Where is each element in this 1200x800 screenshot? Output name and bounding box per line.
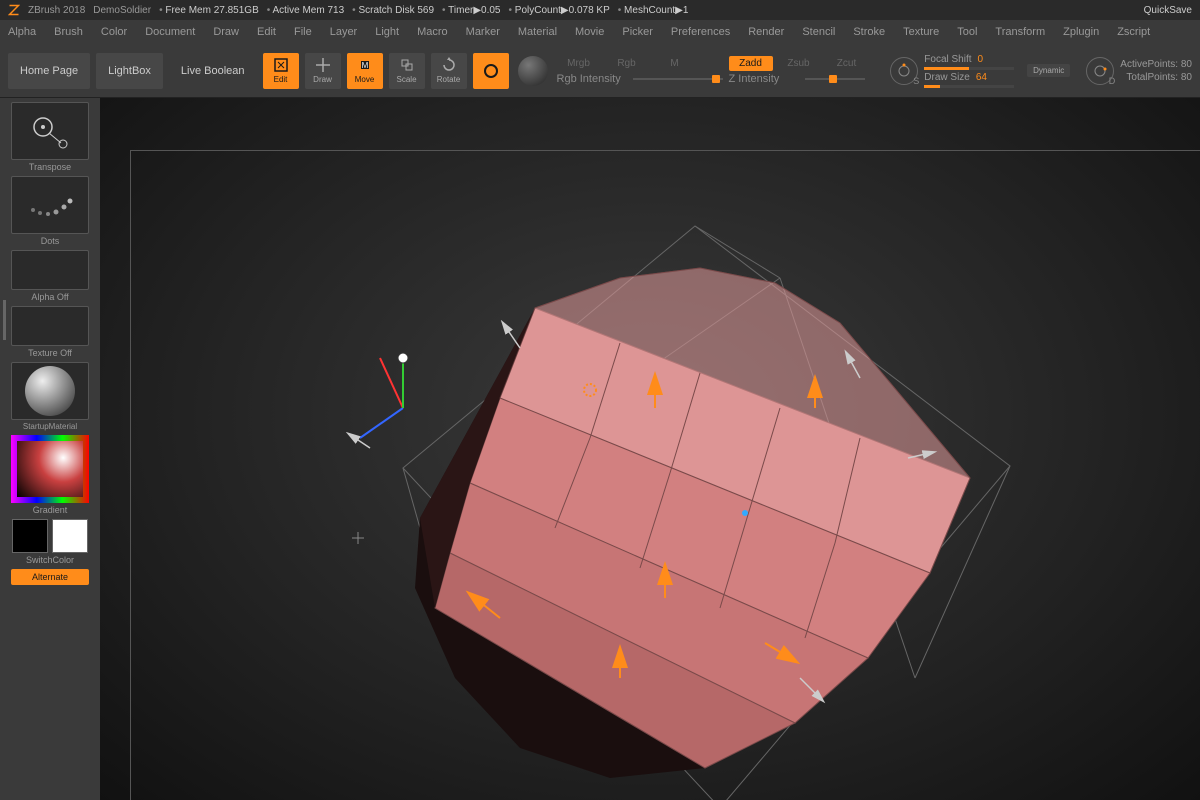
viewport-scene — [100, 98, 1200, 800]
gizmo-icon — [483, 63, 499, 79]
m-button[interactable]: M — [653, 56, 697, 71]
gizmo-center-icon[interactable] — [742, 510, 748, 516]
stat-freemem: Free Mem 27.851GB — [159, 5, 259, 16]
d-dial[interactable]: D — [1086, 57, 1114, 85]
swatch-secondary[interactable] — [52, 519, 88, 553]
menu-file[interactable]: File — [294, 26, 312, 38]
focal-shift-value: 0 — [978, 54, 984, 65]
app-name: ZBrush 2018 — [28, 5, 85, 16]
z-intensity-slider[interactable] — [805, 78, 865, 80]
s-dial[interactable]: S — [890, 57, 918, 85]
menu-zscript[interactable]: Zscript — [1117, 26, 1150, 38]
stat-activemem: Active Mem 713 — [267, 5, 344, 16]
rgb-intensity-slider[interactable] — [633, 78, 723, 80]
draw-size-value: 64 — [976, 72, 987, 83]
zsub-button[interactable]: Zsub — [777, 56, 821, 71]
menu-macro[interactable]: Macro — [417, 26, 448, 38]
rotate-mode-button[interactable]: Rotate — [431, 53, 467, 89]
draw-mode-button[interactable]: Draw — [305, 53, 341, 89]
rotate-icon — [441, 57, 457, 73]
switch-color[interactable]: SwitchColor — [9, 519, 91, 567]
menu-picker[interactable]: Picker — [622, 26, 653, 38]
transpose-brush[interactable]: Transpose — [9, 102, 91, 174]
viewport[interactable] — [100, 98, 1200, 800]
menu-render[interactable]: Render — [748, 26, 784, 38]
scale-icon — [399, 57, 415, 73]
menu-document[interactable]: Document — [145, 26, 195, 38]
alternate-button[interactable]: Alternate — [11, 569, 89, 585]
mesh-cylinder[interactable] — [415, 268, 970, 778]
edit-mode-button[interactable]: Edit — [263, 53, 299, 89]
draw-size-slider[interactable] — [924, 85, 1014, 88]
sphere-icon — [518, 56, 548, 86]
gizmo-axes[interactable] — [360, 353, 408, 438]
menu-draw[interactable]: Draw — [213, 26, 239, 38]
menu-alpha[interactable]: Alpha — [8, 26, 36, 38]
live-boolean-button[interactable]: Live Boolean — [169, 53, 257, 89]
quicksave-button[interactable]: QuickSave — [1144, 5, 1192, 16]
toolbar: Home Page LightBox Live Boolean Edit Dra… — [0, 44, 1200, 98]
edit-icon — [273, 57, 289, 73]
sphere-preview-button[interactable] — [515, 53, 551, 89]
draw-icon — [315, 57, 331, 73]
gizmo-button[interactable] — [473, 53, 509, 89]
menu-stencil[interactable]: Stencil — [802, 26, 835, 38]
project-name: DemoSoldier — [93, 5, 151, 16]
menu-texture[interactable]: Texture — [903, 26, 939, 38]
z-intensity-label: Z Intensity — [729, 73, 799, 85]
transpose-icon — [11, 102, 89, 160]
left-panel: Transpose Dots Alpha Off Texture Off Sta… — [0, 98, 100, 800]
focal-shift-slider[interactable] — [924, 67, 1014, 70]
scroll-indicator[interactable] — [3, 300, 6, 340]
cursor-crosshair-icon — [352, 532, 364, 544]
home-page-button[interactable]: Home Page — [8, 53, 90, 89]
menu-zplugin[interactable]: Zplugin — [1063, 26, 1099, 38]
color-picker[interactable]: Gradient — [9, 435, 91, 517]
lightbox-button[interactable]: LightBox — [96, 53, 163, 89]
stat-meshcount: MeshCount▶1 — [618, 5, 689, 16]
rgb-button[interactable]: Rgb — [605, 56, 649, 71]
menu-material[interactable]: Material — [518, 26, 557, 38]
draw-size-label: Draw Size — [924, 72, 970, 83]
stat-scratch: Scratch Disk 569 — [352, 5, 434, 16]
menu-stroke[interactable]: Stroke — [853, 26, 885, 38]
dots-stroke[interactable]: Dots — [9, 176, 91, 248]
zcut-button[interactable]: Zcut — [825, 56, 869, 71]
active-points-label: ActivePoints: 80 — [1120, 59, 1192, 70]
menu-transform[interactable]: Transform — [995, 26, 1045, 38]
alpha-slot[interactable]: Alpha Off — [9, 250, 91, 304]
menu-brush[interactable]: Brush — [54, 26, 83, 38]
mrgb-button[interactable]: Mrgb — [557, 56, 601, 71]
scale-mode-button[interactable]: Scale — [389, 53, 425, 89]
rgb-intensity-label: Rgb Intensity — [557, 73, 627, 85]
menu-bar: Alpha Brush Color Document Draw Edit Fil… — [0, 20, 1200, 44]
zadd-button[interactable]: Zadd — [729, 56, 773, 71]
stat-timer: Timer▶0.05 — [442, 5, 500, 16]
material-slot[interactable]: StartupMaterial — [9, 362, 91, 433]
menu-tool[interactable]: Tool — [957, 26, 977, 38]
menu-movie[interactable]: Movie — [575, 26, 604, 38]
app-icon — [8, 4, 20, 16]
menu-marker[interactable]: Marker — [466, 26, 500, 38]
move-mode-button[interactable]: M Move — [347, 53, 383, 89]
stat-polycount: PolyCount▶0.078 KP — [509, 5, 610, 16]
menu-layer[interactable]: Layer — [330, 26, 358, 38]
menu-light[interactable]: Light — [375, 26, 399, 38]
menu-preferences[interactable]: Preferences — [671, 26, 730, 38]
dynamic-button[interactable]: Dynamic — [1027, 64, 1070, 77]
total-points-label: TotalPoints: 80 — [1120, 72, 1192, 83]
focal-shift-label: Focal Shift — [924, 54, 971, 65]
color-picker-icon[interactable] — [11, 435, 89, 503]
material-sphere-icon — [25, 366, 75, 416]
move-icon: M — [357, 57, 373, 73]
menu-color[interactable]: Color — [101, 26, 127, 38]
svg-text:M: M — [361, 61, 368, 70]
title-bar: ZBrush 2018 DemoSoldier Free Mem 27.851G… — [0, 0, 1200, 20]
menu-edit[interactable]: Edit — [257, 26, 276, 38]
dots-icon — [11, 176, 89, 234]
texture-slot[interactable]: Texture Off — [9, 306, 91, 360]
swatch-main[interactable] — [12, 519, 48, 553]
